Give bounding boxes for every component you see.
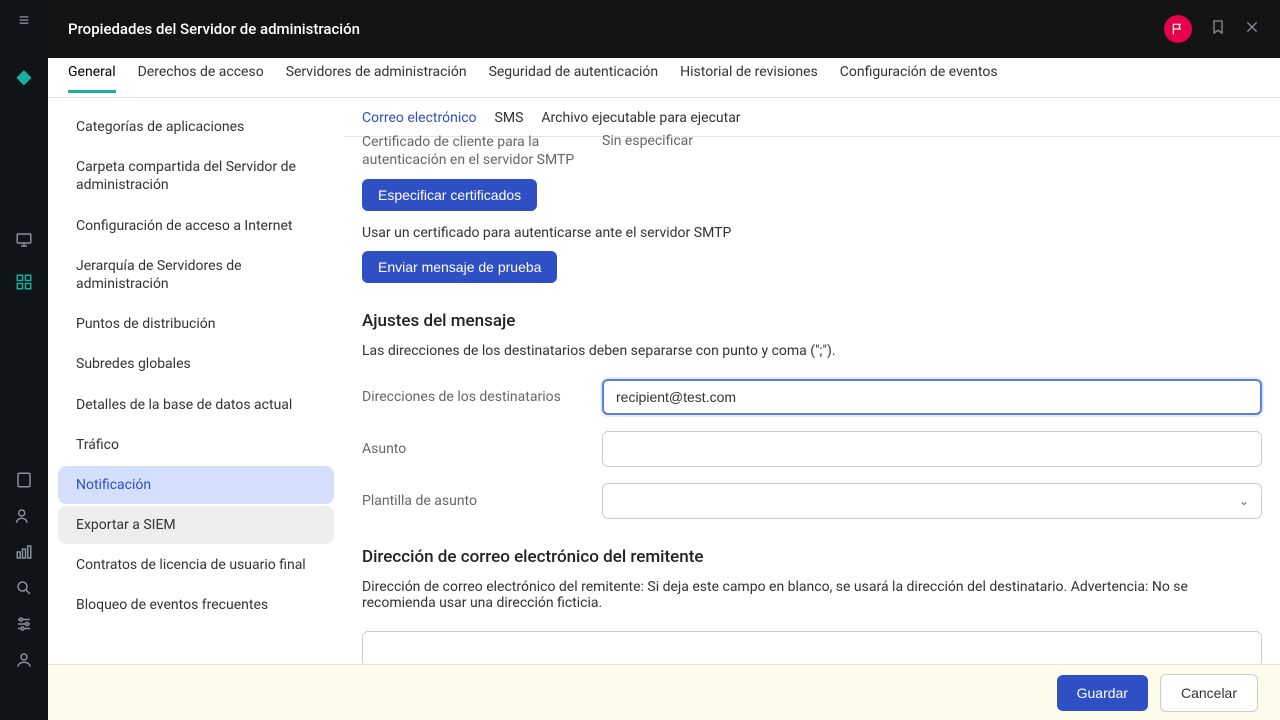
message-settings-heading: Ajustes del mensaje	[362, 311, 1262, 331]
cert-value: Sin especificar	[602, 133, 693, 169]
left-icon-rail: ≡ ◆	[0, 0, 48, 720]
sender-email-input[interactable]	[362, 631, 1262, 664]
chart-icon[interactable]	[12, 540, 36, 564]
sidebar-item-eula[interactable]: Contratos de licencia de usuario final	[58, 546, 334, 584]
tab-revision-history[interactable]: Historial de revisiones	[680, 64, 818, 93]
grid-icon[interactable]	[12, 270, 36, 294]
specify-certificates-button[interactable]: Especificar certificados	[362, 179, 537, 211]
sidebar-item-export-siem[interactable]: Exportar a SIEM	[58, 506, 334, 544]
tab-admin-servers[interactable]: Servidores de administración	[286, 64, 467, 93]
sliders-icon[interactable]	[12, 612, 36, 636]
sidebar-item-event-blocking[interactable]: Bloqueo de eventos frecuentes	[58, 586, 334, 624]
scroll-area[interactable]: Certificado de cliente para la autentica…	[344, 133, 1280, 664]
notification-subtabs: Correo electrónico SMS Archivo ejecutabl…	[344, 98, 1280, 137]
monitor-icon[interactable]	[12, 228, 36, 252]
subject-template-select[interactable]: ⌄	[602, 483, 1262, 519]
sidebar-item-internet-access[interactable]: Configuración de acceso a Internet	[58, 207, 334, 245]
save-button[interactable]: Guardar	[1057, 675, 1148, 711]
sidebar-item-db-details[interactable]: Detalles de la base de datos actual	[58, 386, 334, 424]
top-tabs: General Derechos de acceso Servidores de…	[48, 58, 1280, 98]
subject-template-label: Plantilla de asunto	[362, 493, 582, 509]
properties-modal: Propiedades del Servidor de administraci…	[48, 0, 1280, 720]
close-icon[interactable]	[1244, 19, 1260, 39]
sidebar-item-notification[interactable]: Notificación	[58, 466, 334, 504]
main-panel: Correo electrónico SMS Archivo ejecutabl…	[344, 98, 1280, 664]
sidebar-item-traffic[interactable]: Tráfico	[58, 426, 334, 464]
tab-event-config[interactable]: Configuración de eventos	[840, 64, 998, 93]
sidebar-item-global-subnets[interactable]: Subredes globales	[58, 345, 334, 383]
sidebar-item-shared-folder[interactable]: Carpeta compartida del Servidor de admin…	[58, 148, 334, 204]
tab-access-rights[interactable]: Derechos de acceso	[138, 64, 264, 93]
cancel-button[interactable]: Cancelar	[1160, 674, 1258, 712]
sender-note: Dirección de correo electrónico del remi…	[362, 579, 1262, 611]
tab-general[interactable]: General	[68, 64, 116, 93]
subtab-email[interactable]: Correo electrónico	[362, 110, 477, 126]
tab-auth-security[interactable]: Seguridad de autenticación	[489, 64, 659, 93]
sidebar-item-server-hierarchy[interactable]: Jerarquía de Servidores de administració…	[58, 247, 334, 303]
user-icon[interactable]	[12, 648, 36, 672]
sidebar-item-app-categories[interactable]: Categorías de aplicaciones	[58, 108, 334, 146]
logo-icon[interactable]: ◆	[12, 64, 36, 88]
modal-header: Propiedades del Servidor de administraci…	[48, 0, 1280, 58]
subtab-executable[interactable]: Archivo ejecutable para ejecutar	[541, 110, 740, 126]
subject-input[interactable]	[602, 431, 1262, 467]
hamburger-icon[interactable]: ≡	[12, 8, 36, 32]
flag-button[interactable]	[1164, 15, 1192, 43]
recipients-input[interactable]	[602, 379, 1262, 415]
chevron-down-icon: ⌄	[1239, 494, 1249, 508]
use-cert-note: Usar un certificado para autenticarse an…	[362, 225, 1262, 241]
settings-sidebar: Categorías de aplicaciones Carpeta compa…	[48, 98, 344, 664]
users-icon[interactable]	[12, 504, 36, 528]
sender-heading: Dirección de correo electrónico del remi…	[362, 547, 1262, 567]
cert-label: Certificado de cliente para la autentica…	[362, 133, 582, 169]
subtab-sms[interactable]: SMS	[495, 110, 524, 126]
sidebar-item-distribution-points[interactable]: Puntos de distribución	[58, 305, 334, 343]
subject-label: Asunto	[362, 441, 582, 457]
send-test-message-button[interactable]: Enviar mensaje de prueba	[362, 251, 557, 283]
device-icon[interactable]	[12, 468, 36, 492]
search-icon[interactable]	[12, 576, 36, 600]
modal-footer: Guardar Cancelar	[48, 664, 1280, 720]
modal-title: Propiedades del Servidor de administraci…	[68, 20, 1164, 38]
recipients-label: Direcciones de los destinatarios	[362, 389, 582, 405]
recipients-hint: Las direcciones de los destinatarios deb…	[362, 343, 1262, 359]
bookmark-icon[interactable]	[1210, 19, 1226, 39]
